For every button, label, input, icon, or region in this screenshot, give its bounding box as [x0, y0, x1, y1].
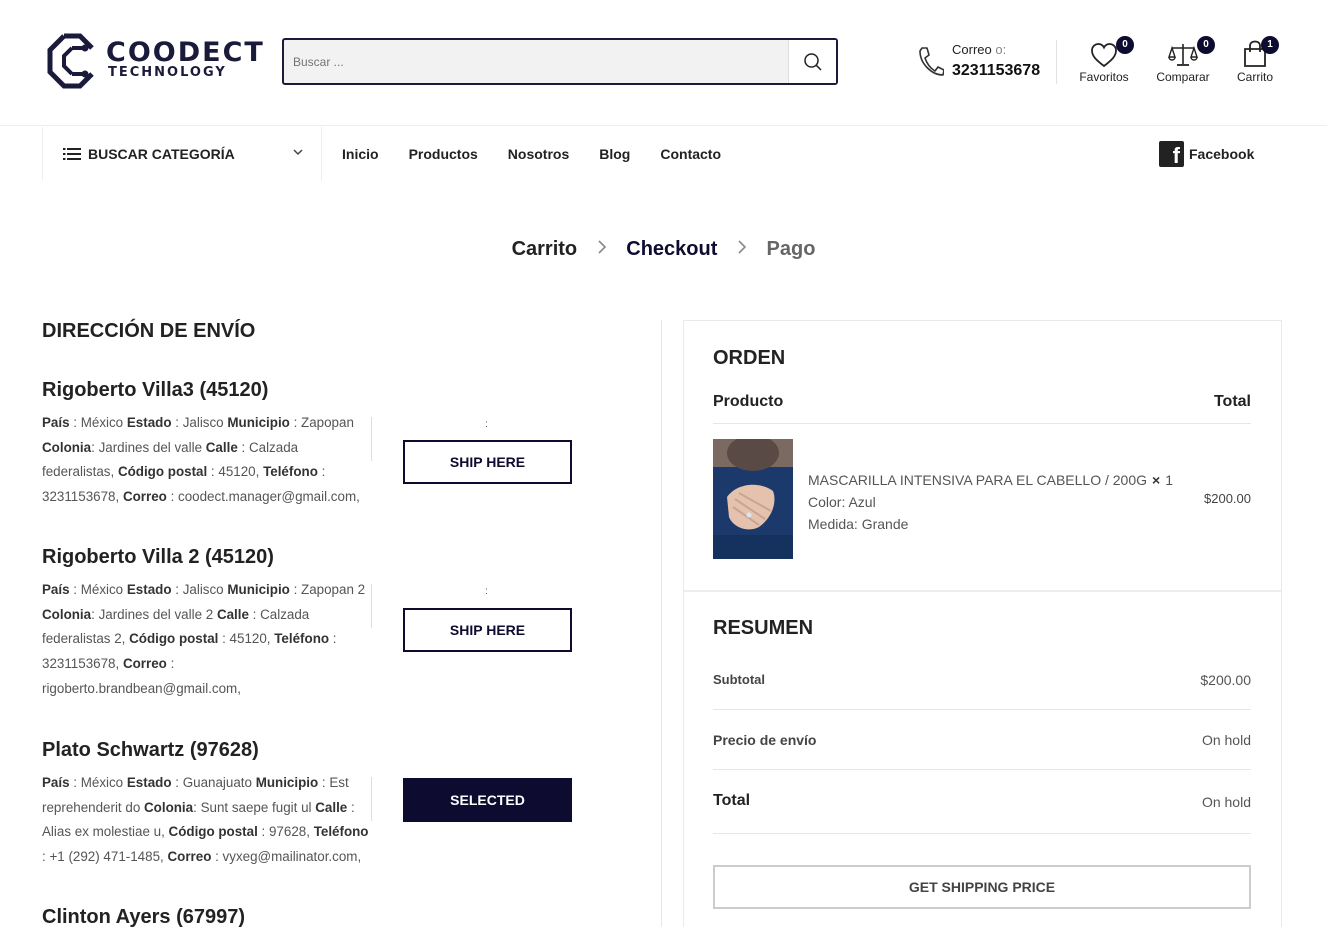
shipping-price-row: Precio de envío On hold [713, 710, 1251, 770]
shipping-section: DIRECCIÓN DE ENVÍO Rigoberto Villa3 (451… [42, 320, 632, 927]
product-color: Color: Azul [808, 494, 876, 510]
order-card: ORDEN Producto Total MASCARILLA INTENSIV… [683, 320, 1282, 927]
product-price: $200.00 [1204, 491, 1251, 506]
nav-link-nosotros[interactable]: Nosotros [508, 146, 569, 162]
product-name[interactable]: MASCARILLA INTENSIVA PARA EL CABELLO / 2… [808, 472, 1147, 488]
step-checkout: Checkout [626, 238, 718, 261]
total-value: On hold [1201, 794, 1251, 810]
compare-count-badge: 0 [1197, 36, 1215, 54]
get-shipping-price-button[interactable]: GET SHIPPING PRICE [713, 865, 1251, 909]
chevron-right-icon [598, 240, 606, 254]
address-divider [371, 584, 372, 628]
facebook-label: Facebook [1189, 146, 1255, 162]
header-divider [1056, 40, 1057, 84]
order-item: MASCARILLA INTENSIVA PARA EL CABELLO / 2… [713, 439, 1251, 559]
column-divider [661, 320, 662, 927]
search-bar [282, 38, 838, 85]
facebook-icon: f [1159, 141, 1184, 167]
category-dropdown[interactable]: BUSCAR CATEGORÍA [42, 127, 322, 181]
phone-icon [919, 47, 944, 76]
contact-phone: 3231153678 [952, 62, 1041, 79]
selected-address-button[interactable]: SELECTED [403, 778, 572, 822]
chevron-right-icon [738, 240, 747, 254]
product-image [713, 439, 793, 559]
total-row: Total On hold [713, 770, 1251, 834]
address-card: Rigoberto Villa3 (45120) País : México E… [42, 379, 632, 504]
address-card: Rigoberto Villa 2 (45120) País : México … [42, 546, 632, 696]
nav-links: Inicio Productos Nosotros Blog Contacto [342, 127, 751, 181]
nav-link-blog[interactable]: Blog [599, 146, 630, 162]
search-button[interactable] [788, 40, 836, 83]
category-label: BUSCAR CATEGORÍA [88, 146, 235, 162]
site-header: COODECT TECHNOLOGY Correo o: 3231153678 … [0, 0, 1327, 126]
address-card: Clinton Ayers (67997) [42, 906, 632, 927]
step-payment: Pago [766, 238, 816, 261]
address-name: Plato Schwartz (97628) [42, 739, 259, 761]
favorites-count-badge: 0 [1116, 36, 1134, 54]
brand-tagline: TECHNOLOGY [108, 65, 227, 80]
scale-icon [1168, 44, 1198, 66]
compare-label: Comparar [1156, 70, 1210, 84]
chevron-down-icon [293, 149, 303, 156]
subtotal-value: $200.00 [1200, 672, 1251, 688]
shipping-price-label: Precio de envío [713, 732, 817, 748]
address-divider [371, 417, 372, 461]
cart-button[interactable]: Carrito 1 [1233, 36, 1279, 84]
list-icon [63, 148, 81, 160]
nav-link-inicio[interactable]: Inicio [342, 146, 379, 162]
contact-label: Correo [952, 42, 992, 57]
facebook-link[interactable]: f Facebook [1159, 141, 1254, 167]
step-cart[interactable]: Carrito [512, 238, 578, 260]
address-details: País : México Estado : Guanajuato Munici… [42, 775, 369, 865]
address-divider [371, 777, 372, 821]
heart-icon [1091, 43, 1117, 68]
quantity-symbol: × [1152, 472, 1161, 488]
cart-label: Carrito [1236, 70, 1273, 84]
logo-mark-icon [47, 33, 94, 89]
ship-here-button[interactable]: SHIP HERE [403, 608, 572, 652]
checkout-breadcrumb: Carrito Checkout Pago [0, 238, 1327, 261]
contact-info[interactable]: Correo o: 3231153678 [916, 40, 1056, 85]
ship-here-button[interactable]: SHIP HERE [403, 440, 572, 484]
nav-link-contacto[interactable]: Contacto [660, 146, 721, 162]
total-label: Total [713, 792, 751, 809]
brand-logo[interactable]: COODECT TECHNOLOGY [44, 32, 263, 92]
total-column-header: Total [1213, 393, 1251, 410]
brand-name: COODECT [106, 37, 265, 68]
address-name: Rigoberto Villa3 (45120) [42, 379, 269, 401]
cart-count-badge: 1 [1261, 36, 1279, 54]
subtotal-label: Subtotal [713, 672, 765, 687]
shipping-price-value: On hold [1201, 732, 1251, 748]
address-name: Rigoberto Villa 2 (45120) [42, 546, 274, 568]
main-nav: BUSCAR CATEGORÍA Inicio Productos Nosotr… [0, 127, 1327, 181]
product-quantity: 1 [1165, 472, 1173, 488]
favorites-button[interactable]: Favoritos 0 [1076, 36, 1134, 84]
order-title: ORDEN [713, 347, 786, 369]
search-icon [803, 52, 822, 71]
address-name: Clinton Ayers (67997) [42, 906, 246, 927]
compare-button[interactable]: Comparar 0 [1154, 36, 1215, 84]
summary-title: RESUMEN [713, 617, 814, 639]
favorites-label: Favoritos [1079, 70, 1129, 84]
contact-label-suffix: o: [995, 42, 1007, 57]
order-table-header: Producto Total [713, 393, 1251, 424]
search-input[interactable] [284, 40, 788, 83]
product-column-header: Producto [713, 393, 784, 410]
address-details: País : México Estado : Jalisco Municipio… [42, 415, 360, 505]
product-info: MASCARILLA INTENSIVA PARA EL CABELLO / 2… [808, 469, 1173, 535]
card-divider [684, 590, 1281, 592]
shipping-title: DIRECCIÓN DE ENVÍO [42, 320, 256, 342]
subtotal-row: Subtotal $200.00 [713, 650, 1251, 710]
address-card: Plato Schwartz (97628) País : México Est… [42, 739, 632, 864]
nav-link-productos[interactable]: Productos [409, 146, 478, 162]
product-size: Medida: Grande [808, 516, 909, 532]
address-details: País : México Estado : Jalisco Municipio… [42, 582, 366, 696]
